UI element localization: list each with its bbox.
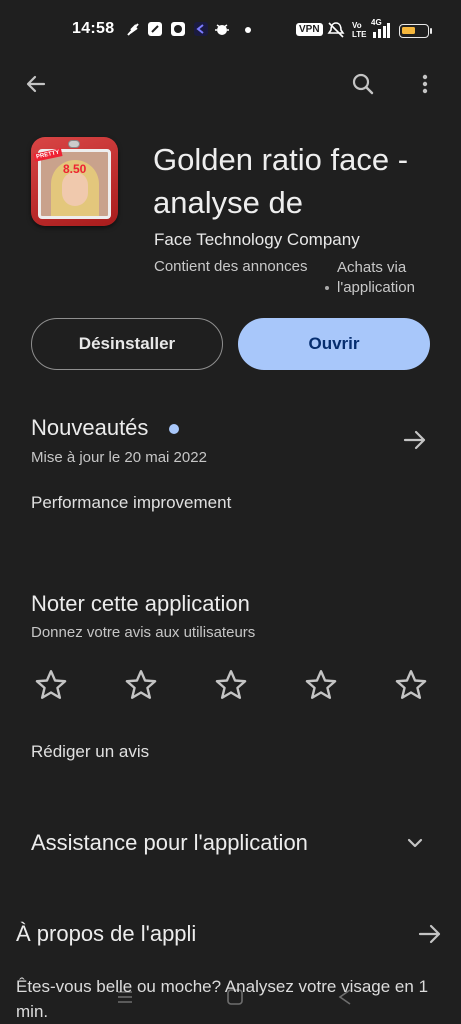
star-4-icon[interactable]	[296, 660, 346, 710]
notes-icon	[148, 22, 162, 36]
battery-tip	[430, 28, 432, 34]
rate-subtitle: Donnez votre avis aux utilisateurs	[31, 624, 256, 641]
support-title[interactable]: Assistance pour l'application	[31, 830, 308, 856]
status-time: 14:58	[72, 20, 115, 37]
update-date: Mise à jour le 20 mai 2022	[31, 449, 207, 466]
app-icon	[171, 22, 185, 36]
new-indicator-dot	[169, 424, 179, 434]
open-button[interactable]: Ouvrir	[238, 318, 430, 370]
rate-title: Noter cette application	[31, 591, 250, 616]
back-arrow-icon[interactable]	[16, 64, 56, 104]
write-review-link[interactable]: Rédiger un avis	[31, 742, 149, 762]
whats-new-title: Nouveautés	[31, 415, 149, 440]
app-logo-score: 8.50	[63, 162, 87, 176]
nav-back-icon[interactable]	[336, 988, 354, 1006]
volte-label: Vo LTE	[352, 21, 367, 39]
release-notes: Performance improvement	[31, 493, 232, 512]
star-2-icon[interactable]	[116, 660, 166, 710]
feather-icon	[127, 23, 139, 36]
star-3-icon[interactable]	[206, 660, 256, 710]
mute-icon	[327, 22, 345, 38]
signal-icon	[373, 23, 390, 38]
bug-icon	[215, 24, 229, 35]
iap-label: Achats via l'application	[337, 259, 415, 296]
dot-icon	[245, 27, 251, 33]
about-title[interactable]: À propos de l'appli	[16, 921, 196, 947]
ads-label: Contient des annonces	[154, 258, 308, 275]
status-bar: 14:58 VPN Vo LTE 4G	[0, 0, 461, 60]
star-5-icon[interactable]	[386, 660, 436, 710]
star-1-icon[interactable]	[26, 660, 76, 710]
arrow-icon	[194, 22, 208, 36]
more-vert-icon[interactable]	[405, 64, 445, 104]
app-title: Golden ratio face - analyse de	[153, 142, 409, 220]
star-rating	[20, 660, 440, 710]
nav-home-icon[interactable]	[226, 988, 244, 1006]
about-arrow-icon[interactable]	[410, 914, 450, 954]
meta-separator	[325, 286, 329, 290]
search-icon[interactable]	[343, 64, 383, 104]
battery-icon	[399, 24, 429, 38]
nav-menu-icon[interactable]	[116, 988, 134, 1006]
whats-new-arrow-icon[interactable]	[395, 420, 435, 460]
uninstall-button[interactable]: Désinstaller	[31, 318, 223, 370]
vpn-badge: VPN	[296, 23, 323, 36]
chevron-down-icon[interactable]	[395, 823, 435, 863]
developer-name[interactable]: Face Technology Company	[154, 230, 360, 250]
app-logo: 8.50 PRETTY	[31, 137, 118, 226]
